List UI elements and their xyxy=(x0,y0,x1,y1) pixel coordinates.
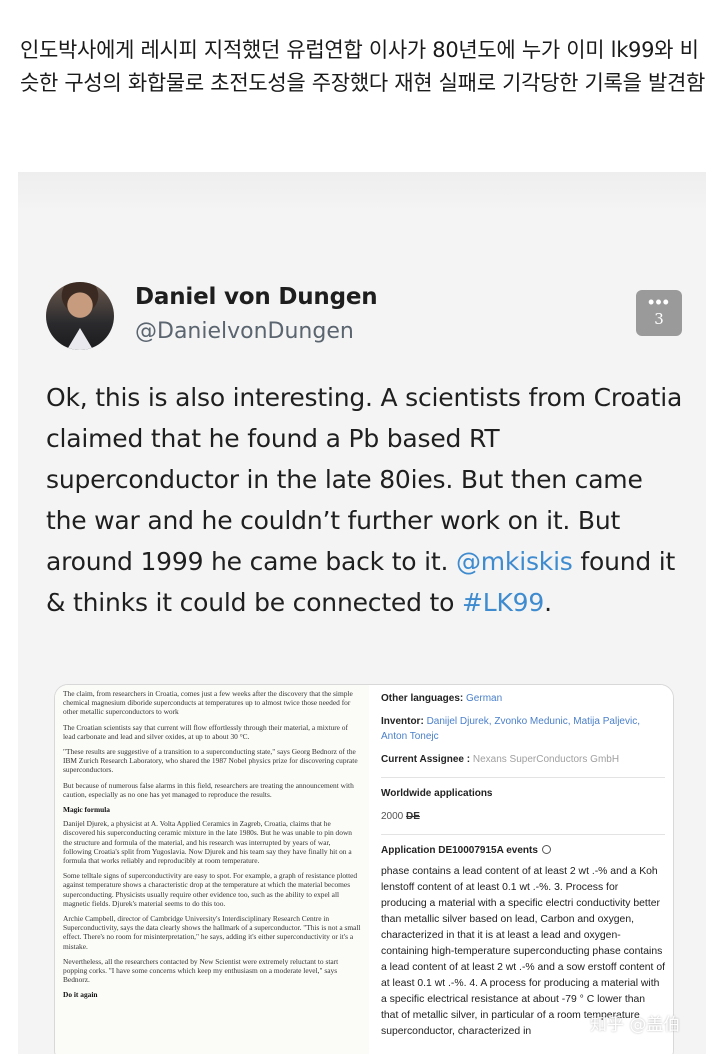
author-name[interactable]: Daniel von Dungen xyxy=(135,284,378,310)
clock-icon xyxy=(541,845,551,854)
other-languages-value: German xyxy=(466,693,503,704)
inventor-label: Inventor: xyxy=(381,716,424,727)
application-country: DE xyxy=(406,811,420,822)
more-options-button[interactable]: ••• 3 xyxy=(636,290,682,336)
application-year: 2000 xyxy=(381,811,404,822)
application-events-label: Application DE10007915A events xyxy=(381,845,538,856)
avatar-shirt xyxy=(62,328,98,350)
divider xyxy=(381,834,665,835)
worldwide-applications-label: Worldwide applications xyxy=(381,788,493,799)
article-paragraph: But because of numerous false alarms in … xyxy=(63,780,354,799)
more-dots-icon: ••• xyxy=(648,292,670,312)
article-paragraph: The claim, from researchers in Croatia, … xyxy=(63,689,353,717)
other-languages-label: Other languages: xyxy=(381,693,464,704)
tweet-media[interactable]: The claim, from researchers in Croatia, … xyxy=(54,684,674,1054)
tweet-text: Ok, this is also interesting. A scientis… xyxy=(46,377,686,623)
avatar[interactable] xyxy=(46,282,114,350)
author-handle[interactable]: @DanielvonDungen xyxy=(135,319,354,344)
post-title: 인도박사에게 레시피 지적했던 유럽연합 이사가 80년도에 누가 이미 lk9… xyxy=(20,38,706,95)
assignee-label: Current Assignee : xyxy=(381,754,471,765)
other-languages-row: Other languages: German xyxy=(381,691,665,706)
screenshot-top-edge xyxy=(18,172,706,212)
article-paragraph: The Croatian scientists say that current… xyxy=(63,722,348,741)
article-paragraph: Archie Campbell, director of Cambridge U… xyxy=(63,914,361,951)
assignee-row: Current Assignee : Nexans SuperConductor… xyxy=(381,752,665,767)
inventor-row: Inventor: Danijel Djurek, Zvonko Medunic… xyxy=(381,714,665,744)
article-paragraph: Danijel Djurek, a physicist at A. Volta … xyxy=(63,819,352,866)
article-heading: Magic formula xyxy=(63,805,110,815)
divider xyxy=(381,777,665,778)
application-year-row: 2000 DE xyxy=(381,809,665,824)
article-paragraph: "These results are suggestive of a trans… xyxy=(63,747,358,775)
application-events-heading: Application DE10007915A events xyxy=(381,845,665,856)
hashtag-link[interactable]: #LK99 xyxy=(462,588,544,617)
assignee-value: Nexans SuperConductors GmbH xyxy=(472,754,620,765)
more-count: 3 xyxy=(654,310,664,328)
mention-link[interactable]: @mkiskis xyxy=(456,547,573,576)
tweet-text-part: . xyxy=(544,588,552,617)
tweet-screenshot: Daniel von Dungen @DanielvonDungen ••• 3… xyxy=(18,172,706,1054)
watermark: 知乎 @盖伯 xyxy=(590,1015,681,1035)
article-paragraph: Nevertheless, all the researchers contac… xyxy=(63,956,339,985)
news-article-image: The claim, from researchers in Croatia, … xyxy=(55,685,369,1054)
article-paragraph: Some telltale signs of superconductivity… xyxy=(63,871,358,908)
patent-record-image: Other languages: German Inventor: Danije… xyxy=(371,685,673,1054)
article-heading: Do it again xyxy=(63,990,98,1000)
